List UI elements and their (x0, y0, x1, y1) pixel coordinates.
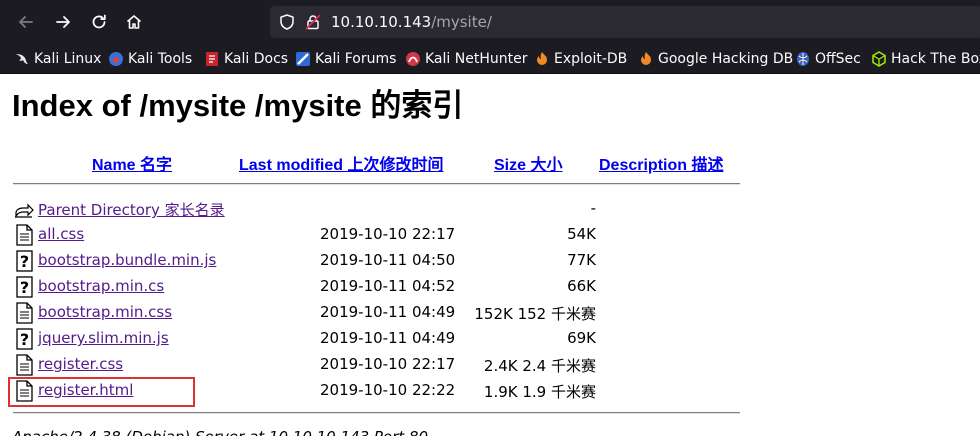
file-size: - (590, 199, 596, 217)
column-header-size[interactable]: Size 大小 (494, 151, 562, 175)
bookmark-label: Kali Tools (128, 51, 193, 67)
parent-directory-link[interactable]: Parent Directory 家长名录 (38, 199, 225, 220)
unknown-file-icon: ? (16, 328, 33, 350)
table-row: ? jquery.slim.min.js 2019-10-11 04:49 69… (0, 327, 760, 351)
table-row: all.css 2019-10-10 22:17 54K (0, 223, 760, 247)
column-header-description[interactable]: Description 描述 (599, 151, 723, 175)
text-file-icon (16, 224, 33, 246)
highlight-box (8, 377, 195, 407)
tracking-shield-icon[interactable] (278, 13, 296, 35)
bookmark-kali-linux[interactable]: Kali Linux (14, 50, 101, 68)
kali-tools-icon (109, 52, 123, 66)
svg-text:?: ? (20, 330, 29, 349)
ghdb-icon (641, 52, 651, 65)
table-row: bootstrap.min.css 2019-10-11 04:49 152K … (0, 301, 760, 325)
file-link[interactable]: jquery.slim.min.js (38, 329, 169, 347)
table-row: ? bootstrap.bundle.min.js 2019-10-11 04:… (0, 249, 760, 273)
exploit-db-icon (537, 52, 547, 65)
page-content: Index of /mysite /mysite 的索引 Name 名字 Las… (0, 75, 980, 436)
svg-text:?: ? (20, 252, 29, 271)
file-link[interactable]: register.css (38, 355, 123, 373)
back-folder-icon (15, 203, 34, 218)
home-icon (126, 15, 142, 29)
svg-text:?: ? (20, 278, 29, 297)
kali-forums-icon (296, 52, 310, 66)
table-row: ? bootstrap.min.cs 2019-10-11 04:52 66K (0, 275, 760, 299)
url-path: /mysite/ (431, 13, 492, 31)
file-link[interactable]: all.css (38, 225, 84, 243)
bookmark-kali-docs[interactable]: Kali Docs (204, 50, 288, 68)
file-link[interactable]: bootstrap.bundle.min.js (38, 251, 216, 269)
page-title: Index of /mysite /mysite 的索引 (12, 88, 464, 123)
reload-button[interactable] (87, 10, 111, 34)
column-header-last-modified[interactable]: Last modified 上次修改时间 (239, 151, 443, 175)
bookmark-offsec[interactable]: OffSec (795, 50, 861, 68)
unknown-file-icon: ? (16, 250, 33, 272)
offsec-icon (797, 52, 809, 66)
bookmark-hack-the-box[interactable]: Hack The Box (871, 50, 980, 68)
bookmarks-toolbar: Kali Linux Kali Tools Kali Docs Kali For… (0, 44, 980, 74)
file-modified: 2019-10-10 22:22 (320, 381, 456, 399)
bookmark-kali-tools[interactable]: Kali Tools (108, 50, 192, 68)
url-text[interactable]: 10.10.10.143/mysite/ (331, 13, 492, 31)
kali-docs-icon (206, 52, 218, 66)
file-modified: 2019-10-10 22:17 (320, 355, 456, 373)
file-size: 54K (567, 225, 596, 243)
bookmark-label: Kali Docs (224, 51, 289, 67)
file-size: 1.9K 1.9 千米赛 (483, 383, 596, 401)
insecure-lock-icon[interactable] (304, 13, 322, 35)
file-modified: 2019-10-11 04:49 (320, 329, 456, 347)
file-size: 2.4K 2.4 千米赛 (483, 357, 596, 375)
text-file-icon (16, 354, 33, 376)
nethunter-icon (406, 52, 420, 66)
htb-cube-icon (872, 51, 886, 67)
bookmark-google-hacking-db[interactable]: Google Hacking DB (638, 50, 793, 68)
bookmark-label: Exploit-DB (554, 51, 628, 67)
bookmark-label: Kali NetHunter (425, 51, 528, 67)
home-button[interactable] (122, 10, 146, 34)
bookmark-kali-forums[interactable]: Kali Forums (295, 50, 396, 68)
footer-divider (13, 412, 740, 414)
file-size: 152K 152 千米赛 (474, 305, 596, 323)
bookmark-kali-nethunter[interactable]: Kali NetHunter (405, 50, 527, 68)
forward-button[interactable] (51, 10, 75, 34)
unknown-file-icon: ? (16, 276, 33, 298)
bookmark-label: Google Hacking DB (658, 51, 794, 67)
kali-dragon-icon (16, 54, 28, 64)
bookmark-label: OffSec (815, 51, 861, 67)
file-size: 77K (567, 251, 596, 269)
server-signature: Apache/2.4.38 (Debian) Server at 10.10.1… (12, 428, 428, 436)
address-bar[interactable]: 10.10.10.143/mysite/ (270, 6, 980, 38)
browser-toolbar: 10.10.10.143/mysite/ (0, 0, 980, 44)
arrow-left-icon (19, 16, 33, 28)
text-file-icon (16, 302, 33, 324)
table-row: register.css 2019-10-10 22:17 2.4K 2.4 千… (0, 353, 760, 377)
bookmark-label: Kali Forums (315, 51, 397, 67)
table-row: Parent Directory 家长名录 - (0, 197, 760, 221)
file-link[interactable]: bootstrap.min.css (38, 303, 172, 321)
file-modified: 2019-10-11 04:50 (320, 251, 456, 269)
url-host: 10.10.10.143 (331, 13, 432, 31)
file-modified: 2019-10-11 04:52 (320, 277, 456, 295)
header-divider (13, 183, 740, 185)
file-link[interactable]: bootstrap.min.cs (38, 277, 164, 295)
bookmark-label: Hack The Box (891, 51, 980, 67)
bookmark-label: Kali Linux (34, 51, 102, 67)
file-size: 66K (567, 277, 596, 295)
bookmark-exploit-db[interactable]: Exploit-DB (534, 50, 627, 68)
file-modified: 2019-10-11 04:49 (320, 303, 456, 321)
arrow-right-icon (56, 16, 70, 28)
column-header-name[interactable]: Name 名字 (92, 151, 172, 175)
reload-icon (92, 14, 106, 29)
file-size: 69K (567, 329, 596, 347)
back-button[interactable] (14, 10, 38, 34)
file-modified: 2019-10-10 22:17 (320, 225, 456, 243)
